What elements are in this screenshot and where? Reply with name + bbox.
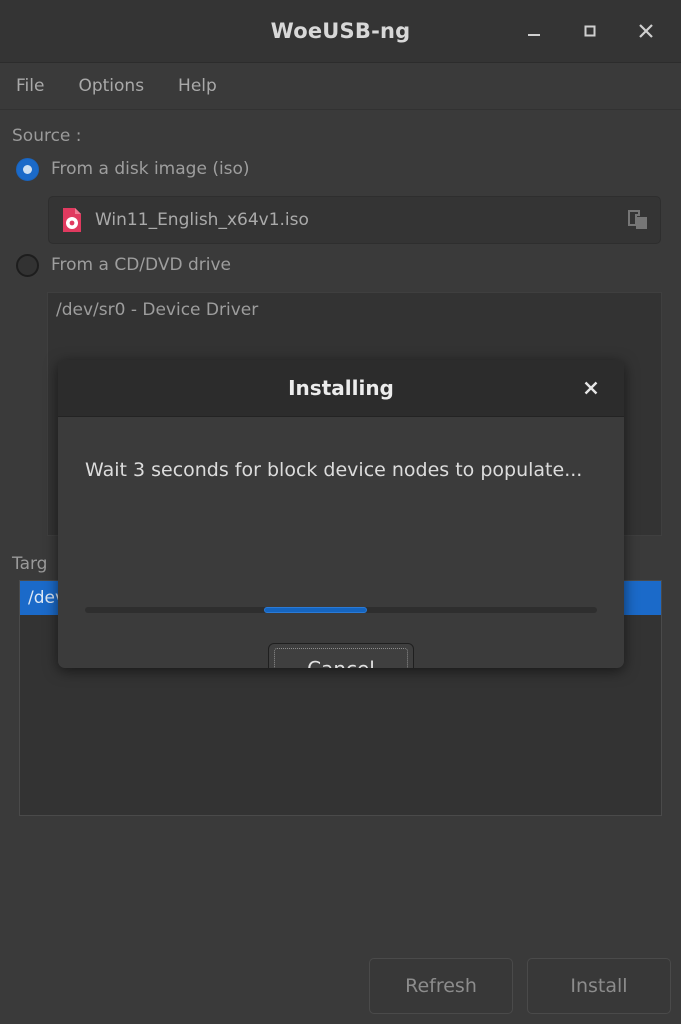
iso-file-name: Win11_English_x64v1.iso [95,210,309,230]
dialog-message: Wait 3 seconds for block device nodes to… [85,459,583,481]
radio-from-disk-image[interactable]: From a disk image (iso) [16,154,671,184]
minimize-icon [528,34,540,36]
window-titlebar: WoeUSB-ng [0,0,681,63]
progress-bar [85,607,597,613]
minimize-button[interactable] [517,14,551,48]
iso-file-icon [63,208,81,232]
close-icon [639,24,653,38]
dialog-close-button[interactable] [578,375,604,401]
refresh-button[interactable]: Refresh [369,958,513,1014]
dialog-title: Installing [288,376,394,400]
installing-dialog: Installing Wait 3 seconds for block devi… [58,360,624,668]
radio-cd-drive-indicator[interactable] [16,253,39,277]
radio-cd-drive-label: From a CD/DVD drive [51,255,231,275]
menu-item-file[interactable]: File [12,73,48,99]
list-item[interactable]: /dev/sr0 - Device Driver [48,293,661,327]
radio-disk-image-label: From a disk image (iso) [51,159,250,179]
iso-file-chooser[interactable]: Win11_English_x64v1.iso [48,196,661,244]
radio-from-cd-drive[interactable]: From a CD/DVD drive [16,250,671,280]
maximize-icon [584,25,596,37]
source-section-label: Source : [12,126,82,146]
progress-bar-fill [264,607,367,613]
close-icon [584,381,598,395]
open-folder-icon[interactable] [626,208,650,232]
window-controls [517,14,663,48]
action-buttons: Refresh Install [369,958,671,1014]
close-button[interactable] [629,14,663,48]
dialog-titlebar: Installing [58,360,624,417]
dialog-body: Wait 3 seconds for block device nodes to… [58,417,624,668]
menu-item-help[interactable]: Help [174,73,221,99]
cancel-button[interactable]: Cancel [268,643,414,668]
install-button[interactable]: Install [527,958,671,1014]
menu-item-options[interactable]: Options [74,73,148,99]
radio-disk-image-indicator[interactable] [16,157,39,181]
maximize-button[interactable] [573,14,607,48]
menubar: File Options Help [0,63,681,110]
